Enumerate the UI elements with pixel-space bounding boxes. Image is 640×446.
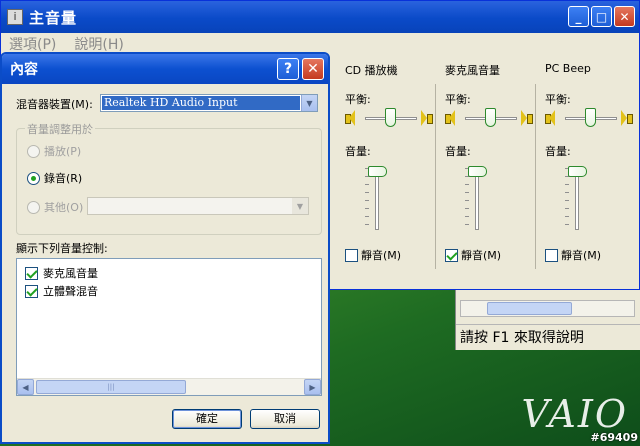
- channel-name: 麥克風音量: [445, 64, 500, 77]
- main-window-title: 主音量: [29, 8, 78, 27]
- speaker-app-icon: i: [7, 9, 23, 25]
- control-label: 麥克風音量: [43, 267, 98, 280]
- mute-checkbox[interactable]: 靜音(M): [445, 247, 501, 263]
- maximize-button[interactable]: □: [591, 6, 612, 27]
- list-item[interactable]: 麥克風音量: [25, 265, 98, 281]
- speaker-left-icon: [345, 110, 355, 126]
- volume-ticks: [365, 168, 369, 230]
- mute-check-box[interactable]: [545, 248, 558, 262]
- control-checkbox[interactable]: [25, 284, 38, 298]
- volume-slider-thumb[interactable]: [468, 166, 487, 177]
- channel-pc-beep: PC Beep 平衡: 音量: 靜音(M): [535, 56, 635, 271]
- speaker-left-icon: [545, 110, 555, 126]
- mute-label: 靜音(M): [361, 249, 402, 262]
- channel-cd-player: CD 播放機 平衡: 音量: 靜音(M): [335, 56, 435, 271]
- adjust-volume-group-label: 音量調整用於: [25, 121, 95, 137]
- channel-divider: [535, 84, 536, 269]
- volume-controls-list: 麥克風音量 立體聲混音 ◀ ||| ▶: [16, 258, 322, 396]
- main-title-bar[interactable]: i 主音量 _ □ ✕: [1, 1, 639, 33]
- chevron-down-icon[interactable]: ▼: [301, 95, 317, 111]
- balance-slider-thumb[interactable]: [585, 108, 596, 127]
- channel-name: CD 播放機: [345, 64, 398, 77]
- radio-button[interactable]: [27, 171, 40, 185]
- volume-label: 音量:: [545, 145, 571, 158]
- chevron-right-icon[interactable]: ▶: [304, 379, 321, 395]
- help-button[interactable]: ?: [277, 58, 299, 80]
- channel-divider: [435, 84, 436, 269]
- control-label: 立體聲混音: [43, 285, 98, 298]
- radio-recording[interactable]: 錄音(R): [27, 170, 82, 186]
- menu-options[interactable]: 選項(P): [9, 34, 56, 54]
- status-bar: 請按 F1 來取得說明: [456, 324, 640, 346]
- radio-label: 其他(O): [44, 201, 84, 214]
- radio-label: 錄音(R): [44, 172, 83, 185]
- mute-checkbox[interactable]: 靜音(M): [545, 247, 601, 263]
- volume-slider-thumb[interactable]: [568, 166, 587, 177]
- chevron-down-icon[interactable]: ▼: [292, 198, 308, 214]
- mute-label: 靜音(M): [461, 249, 502, 262]
- watermark: #69409: [590, 431, 639, 444]
- speaker-right-icon: [621, 110, 633, 126]
- scrollbar-thumb[interactable]: [487, 302, 572, 315]
- speaker-right-icon: [421, 110, 433, 126]
- mixer-lower-panel: 請按 F1 來取得說明: [455, 290, 640, 350]
- dialog-close-button[interactable]: ✕: [302, 58, 324, 80]
- radio-button[interactable]: [27, 144, 40, 158]
- volume-slider-track[interactable]: [575, 168, 579, 230]
- mixer-horizontal-scrollbar[interactable]: [460, 300, 635, 317]
- speaker-right-icon: [521, 110, 533, 126]
- mixer-device-select[interactable]: Realtek HD Audio Input ▼: [100, 94, 318, 112]
- minimize-button[interactable]: _: [568, 6, 589, 27]
- ok-button[interactable]: 確定: [172, 409, 242, 429]
- close-button[interactable]: ✕: [614, 6, 635, 27]
- balance-label: 平衡:: [445, 93, 471, 106]
- channel-strip: CD 播放機 平衡: 音量: 靜音(M) 麥克風音量 平衡: 音量: 靜音(M)…: [335, 56, 635, 271]
- vaio-logo: VAIO: [521, 392, 628, 436]
- dialog-title: 內容: [10, 62, 38, 78]
- volume-label: 音量:: [345, 145, 371, 158]
- list-horizontal-scrollbar[interactable]: ◀ ||| ▶: [17, 378, 321, 395]
- balance-slider-thumb[interactable]: [485, 108, 496, 127]
- other-device-select[interactable]: ▼: [87, 197, 309, 215]
- balance-slider-thumb[interactable]: [385, 108, 396, 127]
- volume-slider-track[interactable]: [375, 168, 379, 230]
- radio-button[interactable]: [27, 200, 40, 214]
- mute-check-box[interactable]: [345, 248, 358, 262]
- radio-label: 播放(P): [44, 145, 82, 158]
- chevron-left-icon[interactable]: ◀: [17, 379, 34, 395]
- properties-dialog: 內容 ? ✕ 混音器裝置(M): Realtek HD Audio Input …: [0, 52, 330, 444]
- channel-microphone: 麥克風音量 平衡: 音量: 靜音(M): [435, 56, 535, 271]
- mixer-device-label: 混音器裝置(M):: [16, 98, 93, 111]
- radio-playback[interactable]: 播放(P): [27, 143, 81, 159]
- volume-label: 音量:: [445, 145, 471, 158]
- mixer-device-value: Realtek HD Audio Input: [102, 96, 300, 110]
- balance-label: 平衡:: [345, 93, 371, 106]
- mute-label: 靜音(M): [561, 249, 602, 262]
- adjust-volume-group: 音量調整用於 播放(P) 錄音(R) 其他(O) ▼: [16, 121, 322, 235]
- mute-check-box[interactable]: [445, 248, 458, 262]
- list-item[interactable]: 立體聲混音: [25, 283, 98, 299]
- menu-help[interactable]: 說明(H): [74, 34, 123, 54]
- volume-ticks: [565, 168, 569, 230]
- radio-other[interactable]: 其他(O): [27, 199, 83, 215]
- speaker-left-icon: [445, 110, 455, 126]
- mute-checkbox[interactable]: 靜音(M): [345, 247, 401, 263]
- volume-ticks: [465, 168, 469, 230]
- volume-slider-track[interactable]: [475, 168, 479, 230]
- cancel-button[interactable]: 取消: [250, 409, 320, 429]
- balance-label: 平衡:: [545, 93, 571, 106]
- volume-slider-thumb[interactable]: [368, 166, 387, 177]
- scrollbar-thumb[interactable]: |||: [36, 380, 186, 394]
- control-checkbox[interactable]: [25, 266, 38, 280]
- dialog-title-bar[interactable]: 內容 ? ✕: [2, 54, 328, 84]
- show-controls-label: 顯示下列音量控制:: [16, 242, 108, 255]
- channel-name: PC Beep: [545, 62, 591, 75]
